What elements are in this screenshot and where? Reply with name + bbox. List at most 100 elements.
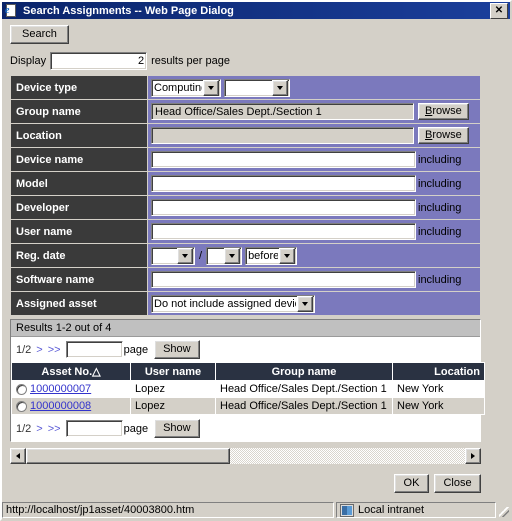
next-page-link-bottom[interactable]: > <box>36 423 42 435</box>
display-results-row: Display results per page <box>10 52 502 70</box>
criteria-row-assigned-asset: Assigned asset Do not include assigned d… <box>11 292 480 315</box>
status-url: http://localhost/jp1asset/40003800.htm <box>2 502 334 518</box>
results-grid: Asset No.△ User name Group name Location… <box>11 362 485 415</box>
device-subtype-select[interactable] <box>224 78 290 97</box>
user-name-including-label: including <box>418 225 462 238</box>
display-prefix-label: Display <box>10 55 47 67</box>
criteria-label-assigned-asset: Assigned asset <box>11 292 147 315</box>
last-page-link-top[interactable]: >> <box>48 344 61 356</box>
column-header-asset-no[interactable]: Asset No.△ <box>12 363 130 380</box>
asset-no-link[interactable]: 1000000008 <box>30 400 91 412</box>
criteria-row-location: Location Browse <box>11 124 480 147</box>
scrollbar-thumb[interactable] <box>26 448 230 464</box>
cell-user-name: Lopez <box>131 398 215 414</box>
reg-date-comparator-select[interactable]: before <box>245 246 298 265</box>
ok-button[interactable]: OK <box>394 474 429 493</box>
status-bar: http://localhost/jp1asset/40003800.htm L… <box>2 501 510 519</box>
criteria-label-software-name: Software name <box>11 268 147 291</box>
results-per-page-input[interactable] <box>50 52 148 70</box>
criteria-label-device-type: Device type <box>11 76 147 99</box>
reg-date-comparator-value: before <box>248 249 279 262</box>
reg-date-year-select[interactable] <box>151 246 195 265</box>
criteria-label-user-name: User name <box>11 220 147 243</box>
reg-date-separator: / <box>199 249 203 262</box>
last-page-link-bottom[interactable]: >> <box>48 423 61 435</box>
device-type-select-value: Computing <box>154 81 202 94</box>
model-input[interactable] <box>151 175 416 192</box>
device-name-including-label: including <box>418 153 462 166</box>
row-select-radio[interactable] <box>16 383 27 395</box>
software-name-including-label: including <box>418 273 462 286</box>
criteria-row-group-name: Group name Head Office/Sales Dept./Secti… <box>11 100 480 123</box>
scrollbar-track[interactable] <box>230 448 465 464</box>
user-name-input[interactable] <box>151 223 416 240</box>
search-button[interactable]: Search <box>10 25 69 44</box>
asset-no-link[interactable]: 1000000007 <box>30 383 91 395</box>
page-indicator-top: 1/2 <box>16 343 32 356</box>
page-number-input-bottom[interactable] <box>65 420 123 437</box>
criteria-row-user-name: User name including <box>11 220 480 243</box>
criteria-row-software-name: Software name including <box>11 268 480 291</box>
column-header-group-name[interactable]: Group name <box>216 363 392 380</box>
results-summary: Results 1-2 out of 4 <box>11 320 480 337</box>
horizontal-scrollbar[interactable] <box>10 448 481 464</box>
software-name-input[interactable] <box>151 271 416 288</box>
cell-asset-no: 1000000008 <box>12 398 130 414</box>
column-header-location[interactable]: Location <box>393 363 484 380</box>
results-grid-header-row: Asset No.△ User name Group name Location <box>12 363 484 380</box>
assigned-asset-select[interactable]: Do not include assigned devices <box>151 294 315 313</box>
criteria-label-developer: Developer <box>11 196 147 219</box>
criteria-row-device-name: Device name including <box>11 148 480 171</box>
cell-asset-no: 1000000007 <box>12 381 130 397</box>
device-name-input[interactable] <box>151 151 416 168</box>
intranet-zone-icon <box>340 503 354 517</box>
scroll-left-arrow-icon[interactable] <box>10 448 26 464</box>
sort-ascending-icon: △ <box>92 366 101 378</box>
criteria-row-developer: Developer including <box>11 196 480 219</box>
cell-location: New York <box>393 398 484 414</box>
show-button-bottom[interactable]: Show <box>154 419 200 438</box>
close-icon[interactable]: ✕ <box>490 2 508 19</box>
page-label-top: page <box>123 343 149 356</box>
column-header-user-name[interactable]: User name <box>131 363 215 380</box>
table-row: 1000000007 Lopez Head Office/Sales Dept.… <box>12 381 484 397</box>
criteria-label-model: Model <box>11 172 147 195</box>
criteria-label-reg-date: Reg. date <box>11 244 147 267</box>
reg-date-month-select[interactable] <box>206 246 243 265</box>
status-zone: Local intranet <box>336 502 496 518</box>
page-number-input-top[interactable] <box>65 341 123 358</box>
cell-group-name: Head Office/Sales Dept./Section 1 <box>216 381 392 397</box>
group-name-browse-button[interactable]: Browse <box>418 103 469 120</box>
developer-including-label: including <box>418 201 462 214</box>
cell-group-name: Head Office/Sales Dept./Section 1 <box>216 398 392 414</box>
chevron-down-icon <box>272 79 288 96</box>
group-name-value: Head Office/Sales Dept./Section 1 <box>151 103 414 120</box>
criteria-label-group-name: Group name <box>11 100 147 123</box>
criteria-row-model: Model including <box>11 172 480 195</box>
display-suffix-label: results per page <box>151 55 230 67</box>
title-bar: e Search Assignments -- Web Page Dialog … <box>2 2 510 19</box>
next-page-link-top[interactable]: > <box>36 344 42 356</box>
device-type-select[interactable]: Computing <box>151 78 221 97</box>
pager-bottom: 1/2 > >> page Show <box>11 415 480 441</box>
dialog-content: Search Display results per page Device t… <box>2 19 510 501</box>
page-indicator-bottom: 1/2 <box>16 422 32 435</box>
criteria-row-device-type: Device type Computing <box>11 76 480 99</box>
scroll-right-arrow-icon[interactable] <box>465 448 481 464</box>
search-criteria-table: Device type Computing Group name Head Of… <box>10 75 481 316</box>
location-browse-button[interactable]: Browse <box>418 127 469 144</box>
resize-grip-icon[interactable] <box>496 502 510 518</box>
ie-page-icon: e <box>5 3 19 18</box>
chevron-down-icon <box>297 295 313 312</box>
show-button-top[interactable]: Show <box>154 340 200 359</box>
status-zone-label: Local intranet <box>358 504 425 516</box>
table-row: 1000000008 Lopez Head Office/Sales Dept.… <box>12 398 484 414</box>
chevron-down-icon <box>203 79 219 96</box>
criteria-label-device-name: Device name <box>11 148 147 171</box>
chevron-down-icon <box>279 247 296 264</box>
cell-user-name: Lopez <box>131 381 215 397</box>
close-button[interactable]: Close <box>434 474 481 493</box>
developer-input[interactable] <box>151 199 416 216</box>
row-select-radio[interactable] <box>16 400 27 412</box>
assigned-asset-select-value: Do not include assigned devices <box>154 297 296 310</box>
